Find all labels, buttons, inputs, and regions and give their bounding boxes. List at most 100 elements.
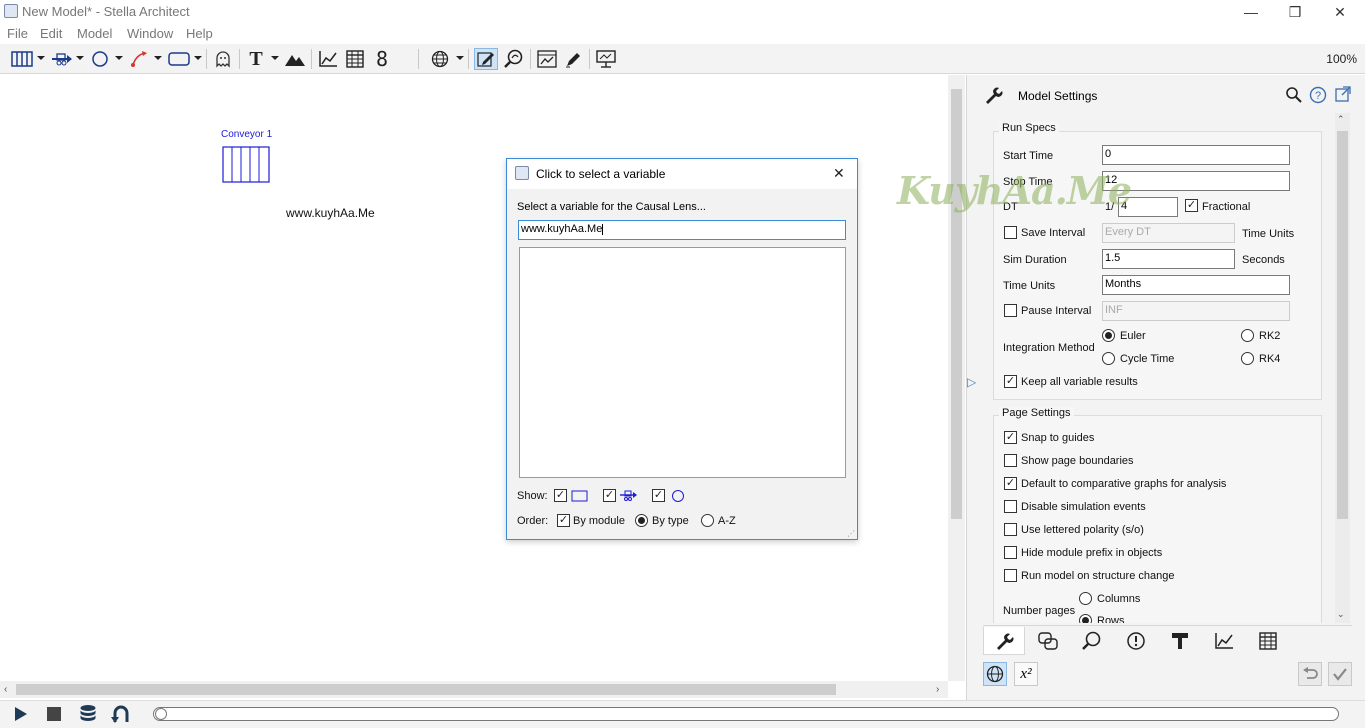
graph-tool-icon[interactable] [316, 48, 340, 70]
converter-dropdown-icon[interactable] [115, 56, 123, 60]
dt-input[interactable]: 4 [1118, 197, 1178, 217]
show-flows-checkbox[interactable]: ✓ [603, 489, 616, 502]
pen-tool-icon[interactable] [562, 48, 584, 70]
image-tool-icon[interactable] [283, 48, 307, 70]
globe-tool-icon[interactable] [428, 48, 452, 70]
sim-duration-input[interactable]: 1.5 [1102, 249, 1235, 269]
method-rk2-radio[interactable] [1241, 329, 1254, 342]
show-stocks-checkbox[interactable]: ✓ [554, 489, 567, 502]
restore-button[interactable]: ❒ [1280, 2, 1310, 22]
panel-scroll-up-icon[interactable]: ⌃ [1337, 114, 1345, 125]
conveyor-shape[interactable] [222, 146, 270, 186]
keep-results-checkbox[interactable]: ✓ [1004, 375, 1017, 388]
edit-mode-tool-icon[interactable] [474, 48, 498, 70]
tab-causal-lens-icon[interactable] [1071, 627, 1113, 655]
tab-model-structure-icon[interactable] [1027, 627, 1069, 655]
pause-interval-checkbox[interactable] [1004, 304, 1017, 317]
show-converters-checkbox[interactable]: ✓ [652, 489, 665, 502]
search-icon[interactable] [1285, 86, 1302, 106]
equation-button[interactable]: x² [1014, 662, 1038, 686]
panel-scroll-thumb[interactable] [1337, 131, 1348, 519]
menu-help[interactable]: Help [186, 26, 213, 41]
menu-file[interactable]: File [7, 26, 28, 41]
play-icon[interactable] [12, 706, 28, 725]
comparative-graphs-checkbox[interactable]: ✓ [1004, 477, 1017, 490]
tab-warnings-icon[interactable] [1115, 627, 1157, 655]
order-a-z-radio[interactable] [701, 514, 714, 527]
converter-tool-icon[interactable] [89, 48, 111, 70]
text-tool-icon[interactable]: T [244, 48, 268, 70]
stop-icon[interactable] [46, 706, 62, 725]
flow-dropdown-icon[interactable] [76, 56, 84, 60]
tab-model-settings-icon[interactable] [983, 627, 1025, 655]
tab-style-icon[interactable] [1159, 627, 1201, 655]
global-settings-button[interactable] [983, 662, 1007, 686]
time-units-input[interactable]: Months [1102, 275, 1290, 295]
number-pages-columns-radio[interactable] [1079, 592, 1092, 605]
panel-scroll-down-icon[interactable]: ⌄ [1337, 609, 1345, 620]
ghost-tool-icon[interactable] [212, 48, 234, 70]
module-tool-icon[interactable] [167, 48, 191, 70]
run-progress-slider[interactable] [153, 707, 1339, 721]
connector-dropdown-icon[interactable] [154, 56, 162, 60]
hide-module-prefix-checkbox[interactable] [1004, 546, 1017, 559]
tab-table-icon[interactable] [1247, 627, 1289, 655]
text-dropdown-icon[interactable] [271, 56, 279, 60]
apply-button[interactable] [1328, 662, 1352, 686]
variable-search-input[interactable]: www.kuyhAa.Me [518, 220, 846, 240]
vertical-scroll-thumb[interactable] [951, 89, 962, 519]
conveyor-label[interactable]: Conveyor 1 [221, 129, 272, 140]
numeric-display-tool-icon[interactable]: 8 [372, 47, 392, 71]
number-pages-rows-radio[interactable] [1079, 614, 1092, 623]
show-page-boundaries-checkbox[interactable] [1004, 454, 1017, 467]
disable-events-checkbox[interactable] [1004, 500, 1017, 513]
close-window-button[interactable]: ✕ [1325, 2, 1355, 22]
horizontal-scroll-thumb[interactable] [16, 684, 836, 695]
dialog-close-button[interactable]: ✕ [833, 165, 845, 182]
start-time-input[interactable]: 0 [1102, 145, 1290, 165]
stop-time-input[interactable]: 12 [1102, 171, 1290, 191]
flow-tool-icon[interactable] [50, 48, 74, 70]
scroll-right-icon[interactable]: › [936, 684, 939, 695]
zoom-level[interactable]: 100% [1326, 52, 1357, 66]
module-dropdown-icon[interactable] [194, 56, 202, 60]
fractional-checkbox[interactable]: ✓ [1185, 199, 1198, 212]
minimize-button[interactable]: — [1236, 2, 1266, 22]
menu-edit[interactable]: Edit [40, 26, 62, 41]
dashboard-tool-icon[interactable] [535, 48, 559, 70]
panel-collapse-icon[interactable]: ▷ [967, 375, 981, 395]
pause-interval-input[interactable]: INF [1102, 301, 1290, 321]
undo-button[interactable] [1298, 662, 1322, 686]
save-interval-checkbox[interactable] [1004, 226, 1017, 239]
popout-icon[interactable] [1335, 86, 1351, 105]
restore-run-icon[interactable] [110, 704, 132, 727]
connector-tool-icon[interactable] [128, 48, 150, 70]
variable-list[interactable] [519, 247, 846, 478]
tab-graph-icon[interactable] [1203, 627, 1245, 655]
menu-model[interactable]: Model [77, 26, 112, 41]
globe-dropdown-icon[interactable] [456, 56, 464, 60]
method-euler-radio[interactable] [1102, 329, 1115, 342]
method-cycle-time-radio[interactable] [1102, 352, 1115, 365]
canvas-horizontal-scrollbar[interactable]: ‹ › [0, 681, 948, 698]
method-rk4-radio[interactable] [1241, 352, 1254, 365]
table-tool-icon[interactable] [344, 48, 366, 70]
panel-scrollbar[interactable]: ⌃ ⌄ [1335, 113, 1350, 623]
save-interval-input[interactable]: Every DT [1102, 223, 1235, 243]
by-module-checkbox[interactable]: ✓ [557, 514, 570, 527]
canvas-vertical-scrollbar[interactable] [948, 75, 965, 681]
resize-grip-icon[interactable]: ⋰ [847, 529, 855, 538]
menu-window[interactable]: Window [127, 26, 173, 41]
progress-slider-handle[interactable] [155, 708, 167, 720]
run-on-change-checkbox[interactable] [1004, 569, 1017, 582]
presentation-tool-icon[interactable] [594, 48, 618, 70]
causal-lens-tool-icon[interactable] [502, 48, 526, 70]
help-icon[interactable]: ? [1309, 86, 1327, 107]
database-icon[interactable] [79, 704, 97, 727]
order-by-type-radio[interactable] [635, 514, 648, 527]
dialog-titlebar[interactable]: Click to select a variable ✕ [507, 159, 857, 189]
scroll-left-icon[interactable]: ‹ [4, 684, 7, 695]
stock-tool-icon[interactable] [10, 48, 34, 70]
snap-to-guides-checkbox[interactable]: ✓ [1004, 431, 1017, 444]
stock-dropdown-icon[interactable] [37, 56, 45, 60]
